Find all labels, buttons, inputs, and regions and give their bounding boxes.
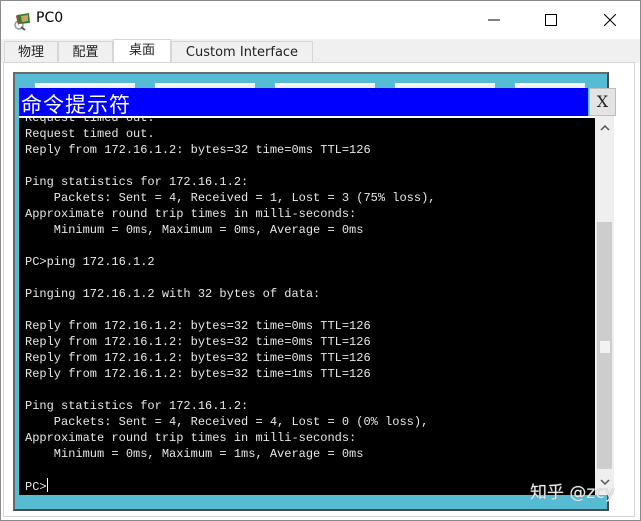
close-button[interactable] xyxy=(587,1,633,39)
terminal-line: Pinging 172.16.1.2 with 32 bytes of data… xyxy=(25,287,321,301)
title-bar[interactable]: PC0 xyxy=(1,1,640,39)
scroll-thumb[interactable] xyxy=(600,341,610,353)
terminal-line: Packets: Sent = 4, Received = 1, Lost = … xyxy=(25,191,436,205)
tab-config[interactable]: 配置 xyxy=(58,41,113,63)
tab-desktop[interactable]: 桌面 xyxy=(113,39,171,63)
terminal-line: Reply from 172.16.1.2: bytes=32 time=0ms… xyxy=(25,335,371,349)
tab-physical[interactable]: 物理 xyxy=(4,41,58,63)
terminal-line: Reply from 172.16.1.2: bytes=32 time=1ms… xyxy=(25,367,371,381)
maximize-button[interactable] xyxy=(528,1,574,39)
command-prompt-title: 命令提示符 xyxy=(21,93,131,117)
scroll-up-button[interactable] xyxy=(595,116,614,138)
watermark: 知乎 @zcy xyxy=(530,483,615,503)
terminal-line: Packets: Sent = 4, Received = 4, Lost = … xyxy=(25,415,429,429)
command-prompt-close-button[interactable]: X xyxy=(589,88,616,116)
terminal-line: Approximate round trip times in milli-se… xyxy=(25,207,357,221)
pc-device-icon xyxy=(13,11,33,31)
terminal-line: PC>ping 172.16.1.2 xyxy=(25,255,155,269)
terminal-line: PC> xyxy=(25,478,48,494)
terminal-output[interactable]: Request timed out. Request timed out. Repl… xyxy=(19,116,595,495)
window-title: PC0 xyxy=(36,10,64,26)
terminal-line: Ping statistics for 172.16.1.2: xyxy=(25,175,249,189)
close-icon xyxy=(604,14,616,26)
terminal-line: Ping statistics for 172.16.1.2: xyxy=(25,399,249,413)
terminal-line: Reply from 172.16.1.2: bytes=32 time=0ms… xyxy=(25,143,371,157)
terminal-line: Request timed out. xyxy=(25,127,155,141)
maximize-icon xyxy=(545,14,557,26)
terminal-line: Request timed out. xyxy=(25,116,155,125)
terminal-scrollbar[interactable] xyxy=(595,116,614,495)
terminal-line: Approximate round trip times in milli-se… xyxy=(25,431,357,445)
minimize-icon xyxy=(488,19,500,21)
tab-custom-interface[interactable]: Custom Interface xyxy=(171,41,313,63)
terminal-line: Reply from 172.16.1.2: bytes=32 time=0ms… xyxy=(25,351,371,365)
chevron-up-icon xyxy=(599,124,610,131)
terminal-line: Reply from 172.16.1.2: bytes=32 time=0ms… xyxy=(25,319,371,333)
terminal-line: Minimum = 0ms, Maximum = 0ms, Average = … xyxy=(25,223,364,237)
terminal-line: Minimum = 0ms, Maximum = 1ms, Average = … xyxy=(25,447,364,461)
terminal-lines: Request timed out. Request timed out. Repl… xyxy=(25,116,436,494)
minimize-button[interactable] xyxy=(471,1,517,39)
text-cursor xyxy=(46,478,48,492)
tab-bar: 物理 配置 桌面 Custom Interface xyxy=(1,39,640,63)
